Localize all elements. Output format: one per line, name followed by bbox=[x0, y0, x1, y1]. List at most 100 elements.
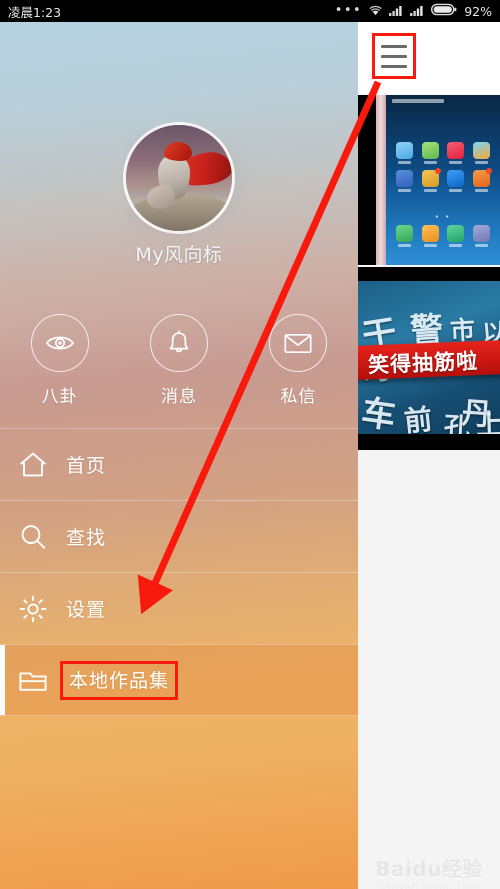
app-label bbox=[423, 244, 437, 247]
home-icon bbox=[0, 451, 66, 478]
page-indicator: • • bbox=[434, 213, 452, 221]
hamburger-line bbox=[381, 44, 407, 48]
phone-app bbox=[446, 142, 467, 164]
app-label bbox=[475, 161, 489, 164]
avatar-image bbox=[123, 122, 235, 234]
phone-display: • • bbox=[386, 95, 500, 265]
app-icon-music bbox=[447, 142, 465, 159]
avatar-hair bbox=[164, 141, 192, 162]
app-icon-phone bbox=[395, 225, 413, 242]
video-frame: 干 警 市 以 习 丹 车 前 孔 上 笑得抽筋啦 bbox=[358, 281, 500, 434]
app-icon-gallery bbox=[421, 142, 439, 159]
signal-bars-icon bbox=[389, 4, 404, 19]
envelope-icon bbox=[269, 314, 328, 372]
phone-app-grid bbox=[394, 142, 493, 192]
menu-item-label: 设置 bbox=[66, 599, 107, 621]
app-label bbox=[423, 161, 437, 164]
video-photo: 干 警 市 以 习 丹 车 前 孔 上 笑得抽筋啦 bbox=[358, 267, 500, 450]
avatar-rock bbox=[126, 192, 232, 231]
menu-item-settings[interactable]: 设置 bbox=[0, 572, 358, 644]
phone-dock-app bbox=[394, 225, 415, 247]
baidu-watermark: Baidu经验 jingyan.baidu.com bbox=[362, 858, 496, 889]
app-icon-messages bbox=[421, 225, 439, 242]
app-label bbox=[475, 189, 489, 192]
phone-app bbox=[471, 142, 492, 164]
hamburger-line bbox=[381, 64, 407, 68]
navigation-drawer: My风向标 八卦 消息 私信 首页 查找 设置 本地作品集 bbox=[0, 22, 358, 889]
wifi-icon bbox=[368, 4, 383, 19]
app-icon-safety bbox=[447, 225, 465, 242]
menu-item-home[interactable]: 首页 bbox=[0, 428, 358, 500]
app-label bbox=[423, 189, 437, 192]
bell-icon bbox=[149, 314, 208, 372]
hamburger-line bbox=[381, 54, 407, 58]
eye-icon bbox=[30, 314, 89, 372]
watermark-title: Baidu经验 bbox=[375, 857, 483, 881]
folder-icon bbox=[0, 667, 66, 693]
phone-app bbox=[420, 168, 441, 192]
notification-badge bbox=[486, 168, 493, 174]
phone-photo: • • bbox=[358, 95, 500, 265]
search-icon bbox=[0, 523, 66, 551]
quick-action-bagua[interactable]: 八卦 bbox=[0, 314, 119, 407]
signal-bars-icon bbox=[410, 4, 425, 19]
app-label bbox=[397, 189, 411, 192]
video-caption-text: 笑得抽筋啦 bbox=[367, 349, 479, 378]
status-time: 凌晨1:23 bbox=[8, 4, 62, 20]
app-icon-settings bbox=[473, 225, 491, 242]
phone-dock-app bbox=[471, 225, 492, 247]
phone-statusbar bbox=[392, 99, 444, 103]
thumbnail-video-frame[interactable]: 干 警 市 以 习 丹 车 前 孔 上 笑得抽筋啦 bbox=[358, 267, 500, 450]
calligraphy-char: 前 bbox=[402, 402, 434, 434]
gear-icon bbox=[0, 595, 66, 623]
app-label bbox=[449, 244, 463, 247]
thumbnail-phone-homescreen[interactable]: • • bbox=[358, 95, 500, 265]
app-icon-security bbox=[447, 170, 465, 187]
menu-item-search[interactable]: 查找 bbox=[0, 500, 358, 572]
calligraphy-char: 孔 bbox=[443, 412, 471, 434]
battery-icon bbox=[431, 3, 457, 19]
app-label bbox=[475, 244, 489, 247]
app-folder-system bbox=[473, 168, 493, 187]
phone-bezel bbox=[376, 95, 386, 265]
app-folder-tools bbox=[395, 170, 413, 187]
profile-section: My风向标 bbox=[0, 22, 358, 272]
battery-percent: 92% bbox=[464, 3, 492, 19]
username-label: My风向标 bbox=[135, 244, 223, 266]
app-label bbox=[397, 244, 411, 247]
status-bar-left: 凌晨1:23 bbox=[8, 2, 61, 21]
app-folder-media bbox=[421, 168, 441, 187]
watermark-url: jingyan.baidu.com bbox=[378, 881, 480, 889]
app-icon-theme bbox=[473, 142, 491, 159]
status-bar: 凌晨1:23 ••• 92% bbox=[0, 0, 500, 22]
more-dots-icon: ••• bbox=[334, 3, 363, 18]
app-label bbox=[397, 161, 411, 164]
quick-actions-row: 八卦 消息 私信 bbox=[0, 314, 358, 407]
menu-item-label: 首页 bbox=[66, 455, 107, 477]
phone-dock bbox=[394, 225, 492, 247]
phone-app bbox=[394, 142, 415, 164]
phone-app bbox=[471, 168, 493, 192]
menu-item-local-collection[interactable]: 本地作品集 bbox=[0, 644, 358, 716]
quick-action-label: 消息 bbox=[160, 387, 197, 407]
phone-app bbox=[420, 142, 441, 164]
notification-badge bbox=[434, 168, 441, 174]
calligraphy-char: 上 bbox=[475, 407, 500, 434]
avatar[interactable] bbox=[123, 122, 253, 242]
hamburger-menu-icon[interactable] bbox=[372, 33, 416, 79]
phone-app bbox=[446, 170, 467, 192]
status-bar-right: ••• 92% bbox=[335, 3, 492, 19]
phone-dock-app bbox=[446, 225, 467, 247]
quick-action-label: 私信 bbox=[280, 387, 317, 407]
phone-screen: 凌晨1:23 ••• 92% • • 干 警 市 以 丹 车 前 孔 上 笑得抽… bbox=[0, 0, 500, 889]
quick-action-label: 八卦 bbox=[41, 387, 78, 407]
video-caption-banner: 笑得抽筋啦 bbox=[358, 340, 500, 380]
menu-item-label: 查找 bbox=[66, 527, 107, 549]
calligraphy-char: 车 bbox=[358, 392, 399, 434]
phone-dock-app bbox=[420, 225, 441, 247]
app-label bbox=[449, 161, 463, 164]
drawer-menu-list: 首页 查找 设置 本地作品集 bbox=[0, 428, 358, 716]
quick-action-private-messages[interactable]: 私信 bbox=[239, 314, 358, 407]
quick-action-messages[interactable]: 消息 bbox=[119, 314, 238, 407]
phone-app bbox=[394, 170, 415, 192]
